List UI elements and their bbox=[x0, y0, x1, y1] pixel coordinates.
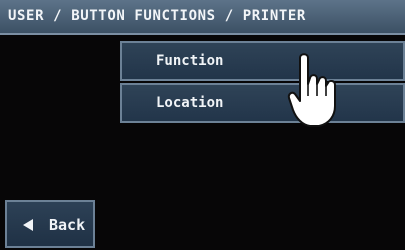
back-button[interactable]: Back bbox=[5, 200, 95, 248]
location-button[interactable]: Location bbox=[120, 83, 405, 123]
function-button-label: Function bbox=[156, 53, 224, 69]
function-button[interactable]: Function bbox=[120, 41, 405, 81]
location-button-label: Location bbox=[156, 95, 224, 111]
left-triangle-icon bbox=[23, 219, 33, 231]
title-bar: USER / BUTTON FUNCTIONS / PRINTER bbox=[0, 0, 405, 35]
back-button-label: Back bbox=[49, 216, 86, 234]
breadcrumb: USER / BUTTON FUNCTIONS / PRINTER bbox=[8, 8, 306, 24]
printer-screen: USER / BUTTON FUNCTIONS / PRINTER Functi… bbox=[0, 0, 405, 250]
